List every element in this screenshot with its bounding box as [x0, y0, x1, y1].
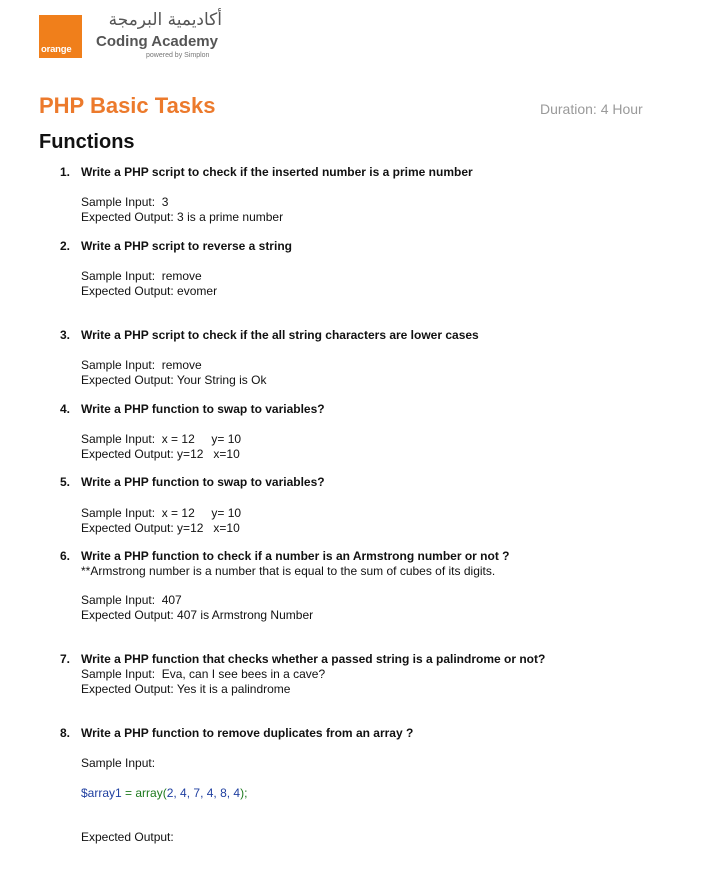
powered-by: powered by Simplon: [146, 52, 210, 59]
expected-output: Expected Output: y=12 x=10: [81, 521, 240, 535]
expected-output: Expected Output: evomer: [81, 284, 218, 298]
task-question: Write a PHP function to swap to variable…: [81, 402, 325, 416]
sample-input: Sample Input: remove: [81, 269, 202, 283]
sample-input: Sample Input: x = 12 y= 10: [81, 506, 242, 520]
task-number: 4.: [60, 402, 71, 416]
task-number: 5.: [60, 475, 71, 489]
sample-input: Sample Input: x = 12 y= 10: [81, 432, 242, 446]
orange-logo: orange: [39, 15, 82, 58]
task-number: 7.: [60, 652, 71, 666]
task-question: Write a PHP script to check if the all s…: [81, 328, 479, 342]
academy-arabic-name: أكاديمية البرمجة: [108, 10, 222, 30]
task-question: Write a PHP function to check if a numbe…: [81, 549, 510, 563]
code-variable: $array1: [81, 786, 122, 800]
task-question: Write a PHP function to remove duplicate…: [81, 726, 414, 740]
task-number: 2.: [60, 239, 71, 253]
task-number: 3.: [60, 328, 71, 342]
expected-output: Expected Output: 3 is a prime number: [81, 210, 284, 224]
sample-input: Sample Input:: [81, 756, 156, 770]
page-title: PHP Basic Tasks: [39, 93, 216, 118]
task-number: 6.: [60, 549, 71, 563]
task-question: Write a PHP script to check if the inser…: [81, 165, 473, 179]
sample-input: Sample Input: 3: [81, 195, 169, 209]
logo-badge-text: orange: [41, 44, 72, 55]
task-question: Write a PHP function to swap to variable…: [81, 475, 325, 489]
code-arguments: 2, 4, 7, 4, 8, 4: [166, 786, 241, 800]
expected-output: Expected Output: y=12 x=10: [81, 447, 240, 461]
task-note: **Armstrong number is a number that is e…: [81, 564, 496, 578]
sample-input: Sample Input: remove: [81, 358, 202, 372]
duration-label: Duration: 4 Hour: [540, 101, 643, 117]
task-number: 8.: [60, 726, 71, 740]
expected-output: Expected Output: Your String is Ok: [81, 373, 267, 387]
code-function: array(: [135, 786, 167, 800]
expected-output: Expected Output:: [81, 830, 174, 844]
code-operator: =: [121, 786, 136, 800]
sample-input: Sample Input: 407: [81, 593, 182, 607]
academy-name: Coding Academy: [96, 33, 218, 50]
code-closing: );: [240, 786, 248, 800]
section-title: Functions: [39, 131, 135, 153]
sample-input: Sample Input: Eva, can I see bees in a c…: [81, 667, 326, 681]
task-question: Write a PHP script to reverse a string: [81, 239, 292, 253]
task-question: Write a PHP function that checks whether…: [81, 652, 546, 666]
expected-output: Expected Output: Yes it is a palindrome: [81, 682, 291, 696]
code-sample: $array1 = array(2, 4, 7, 4, 8, 4);: [81, 786, 247, 801]
task-number: 1.: [60, 165, 71, 179]
expected-output: Expected Output: 407 is Armstrong Number: [81, 608, 314, 622]
